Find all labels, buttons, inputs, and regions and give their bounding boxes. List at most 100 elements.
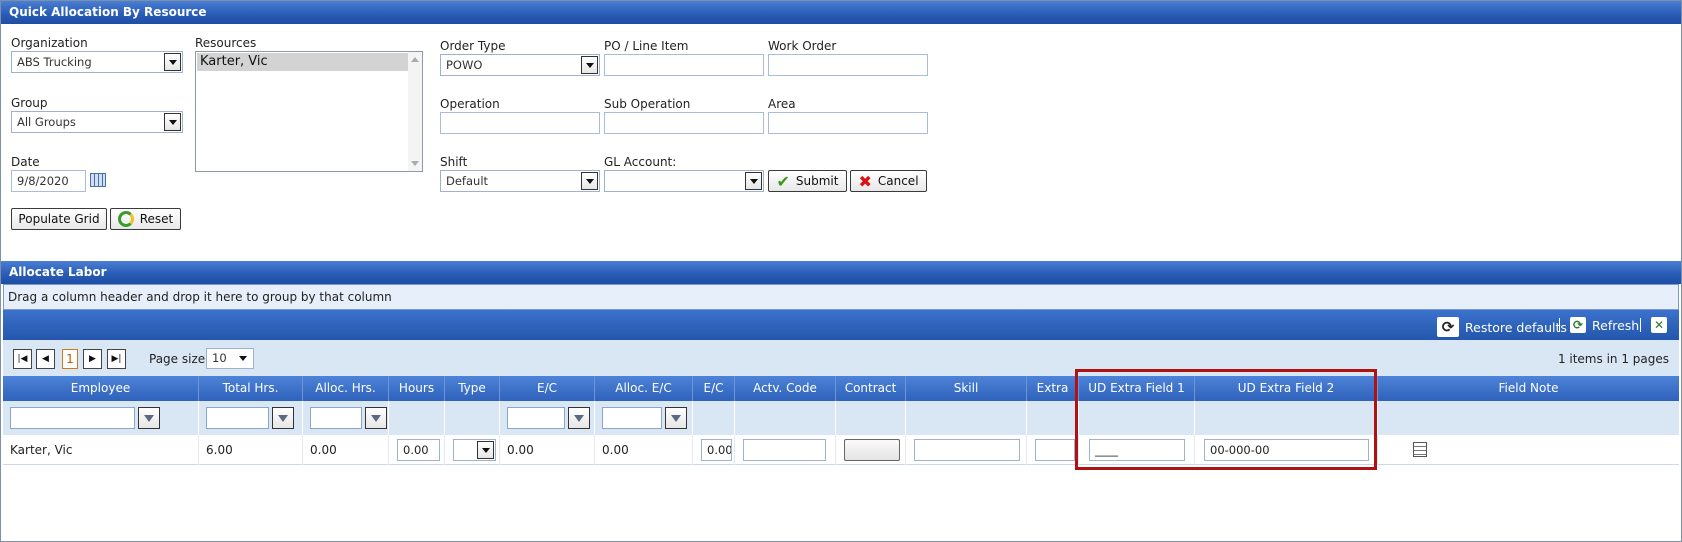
- column-header-total-hrs[interactable]: Total Hrs.: [199, 376, 303, 401]
- pager-summary: 1 items in 1 pages: [1557, 352, 1669, 366]
- export-excel-button[interactable]: ✕: [1651, 317, 1667, 333]
- cell-employee: Karter, Vic: [3, 435, 199, 465]
- column-header-alloc-ec[interactable]: Alloc. E/C: [595, 376, 693, 401]
- page-size-select[interactable]: 10: [206, 348, 254, 369]
- grid-filter-row: [3, 401, 1679, 435]
- column-header-skill[interactable]: Skill: [906, 376, 1027, 401]
- reset-button[interactable]: Reset: [110, 208, 181, 230]
- column-header-field-note[interactable]: Field Note: [1378, 376, 1679, 401]
- filter-cell-actv-code: [735, 401, 836, 435]
- cell-extra: [1027, 435, 1079, 465]
- cell-alloc-ec: 0.00: [595, 435, 693, 465]
- filter-icon: [144, 414, 154, 422]
- refresh-label: Refresh: [1592, 317, 1640, 333]
- next-page-icon[interactable]: ▶: [83, 349, 102, 369]
- column-header-ec-2[interactable]: E/C: [693, 376, 735, 401]
- submit-button[interactable]: ✔ Submit: [768, 170, 847, 192]
- resources-listbox[interactable]: Karter, Vic: [195, 51, 423, 172]
- area-input[interactable]: [768, 112, 928, 134]
- filter-input-alloc-ec[interactable]: [602, 407, 662, 429]
- chevron-down-icon[interactable]: [164, 113, 181, 131]
- filter-cell-alloc-ec: [595, 401, 693, 435]
- contract-button[interactable]: [844, 439, 900, 461]
- work-order-input[interactable]: [768, 54, 928, 76]
- filter-cell-ec-2: [693, 401, 735, 435]
- resources-selected-item[interactable]: Karter, Vic: [197, 53, 409, 71]
- filter-button-total-hrs[interactable]: [272, 407, 294, 429]
- filter-button-employee[interactable]: [138, 407, 160, 429]
- filter-button-alloc-ec[interactable]: [665, 407, 687, 429]
- chevron-down-icon[interactable]: [164, 53, 181, 71]
- date-input[interactable]: 9/8/2020: [11, 170, 86, 192]
- shift-value: Default: [446, 174, 489, 188]
- group-select[interactable]: All Groups: [11, 111, 183, 133]
- ec-input[interactable]: 0.00: [701, 439, 732, 461]
- refresh-button[interactable]: ⟳ Refresh: [1570, 317, 1639, 333]
- chevron-down-icon[interactable]: [581, 172, 598, 190]
- cell-skill: [906, 435, 1027, 465]
- column-header-employee[interactable]: Employee: [3, 376, 199, 401]
- column-header-hours[interactable]: Hours: [389, 376, 445, 401]
- prev-page-icon[interactable]: ◀: [36, 349, 55, 369]
- po-line-item-input[interactable]: [604, 54, 764, 76]
- group-by-drop-area[interactable]: Drag a column header and drop it here to…: [3, 284, 1679, 310]
- column-header-actv-code[interactable]: Actv. Code: [735, 376, 836, 401]
- chevron-down-icon[interactable]: [581, 56, 598, 74]
- submit-label: Submit: [795, 174, 839, 188]
- filter-input-ec[interactable]: [507, 407, 565, 429]
- filter-cell-hours: [389, 401, 445, 435]
- cancel-label: Cancel: [877, 174, 919, 188]
- gl-account-select[interactable]: [604, 170, 764, 192]
- populate-grid-button[interactable]: Populate Grid: [11, 208, 107, 230]
- filter-input-employee[interactable]: [10, 407, 135, 429]
- filter-cell-ec: [500, 401, 595, 435]
- filter-button-ec[interactable]: [568, 407, 590, 429]
- grid-toolbar: ⟳ Restore defaults ⟳ Refresh ✕: [3, 310, 1679, 340]
- filter-icon: [574, 414, 584, 422]
- chevron-down-icon[interactable]: [235, 350, 252, 367]
- column-header-ec[interactable]: E/C: [500, 376, 595, 401]
- scroll-up-icon[interactable]: [411, 57, 419, 62]
- skill-input[interactable]: [914, 439, 1020, 461]
- filter-input-total-hrs[interactable]: [206, 407, 269, 429]
- filter-cell-type: [445, 401, 500, 435]
- first-page-icon[interactable]: |◀: [13, 349, 32, 369]
- calendar-icon[interactable]: [90, 173, 106, 187]
- table-row: Karter, Vic 6.00 0.00 0.00 0.00 0.00 0.0…: [3, 435, 1679, 465]
- page-number-current[interactable]: 1: [62, 349, 78, 369]
- restore-defaults-button[interactable]: ⟳ Restore defaults: [1437, 317, 1567, 337]
- cell-ec-2: 0.00: [693, 435, 735, 465]
- cancel-button[interactable]: ✖ Cancel: [850, 170, 927, 192]
- hours-input[interactable]: 0.00: [397, 439, 440, 461]
- filter-cell-contract: [836, 401, 906, 435]
- column-header-type[interactable]: Type: [445, 376, 500, 401]
- chevron-down-icon[interactable]: [745, 172, 762, 190]
- organization-select[interactable]: ABS Trucking: [11, 51, 183, 73]
- area-label: Area: [768, 97, 796, 111]
- order-type-select[interactable]: POWO: [440, 54, 600, 76]
- operation-input[interactable]: [440, 112, 600, 134]
- scroll-down-icon[interactable]: [411, 161, 419, 166]
- extra-input[interactable]: [1035, 439, 1075, 461]
- shift-select[interactable]: Default: [440, 170, 600, 192]
- last-page-icon[interactable]: ▶|: [107, 349, 126, 369]
- column-header-contract[interactable]: Contract: [836, 376, 906, 401]
- quick-allocation-title: Quick Allocation By Resource: [1, 1, 1681, 24]
- filter-input-alloc-hrs[interactable]: [310, 407, 362, 429]
- type-select[interactable]: [453, 439, 496, 461]
- note-icon[interactable]: [1413, 442, 1427, 457]
- column-header-extra[interactable]: Extra: [1027, 376, 1079, 401]
- organization-value: ABS Trucking: [17, 55, 92, 69]
- column-header-alloc-hrs[interactable]: Alloc. Hrs.: [303, 376, 389, 401]
- sub-operation-input[interactable]: [604, 112, 764, 134]
- filter-icon: [671, 414, 681, 422]
- refresh-icon: [117, 211, 134, 227]
- filter-icon: [278, 414, 288, 422]
- actv-code-input[interactable]: [743, 439, 826, 461]
- listbox-scrollbar[interactable]: [408, 52, 422, 171]
- filter-button-alloc-hrs[interactable]: [365, 407, 387, 429]
- page-size-value: 10: [212, 351, 227, 365]
- cell-ec: 0.00: [500, 435, 595, 465]
- chevron-down-icon[interactable]: [477, 441, 494, 459]
- toolbar-separator: [1640, 318, 1641, 332]
